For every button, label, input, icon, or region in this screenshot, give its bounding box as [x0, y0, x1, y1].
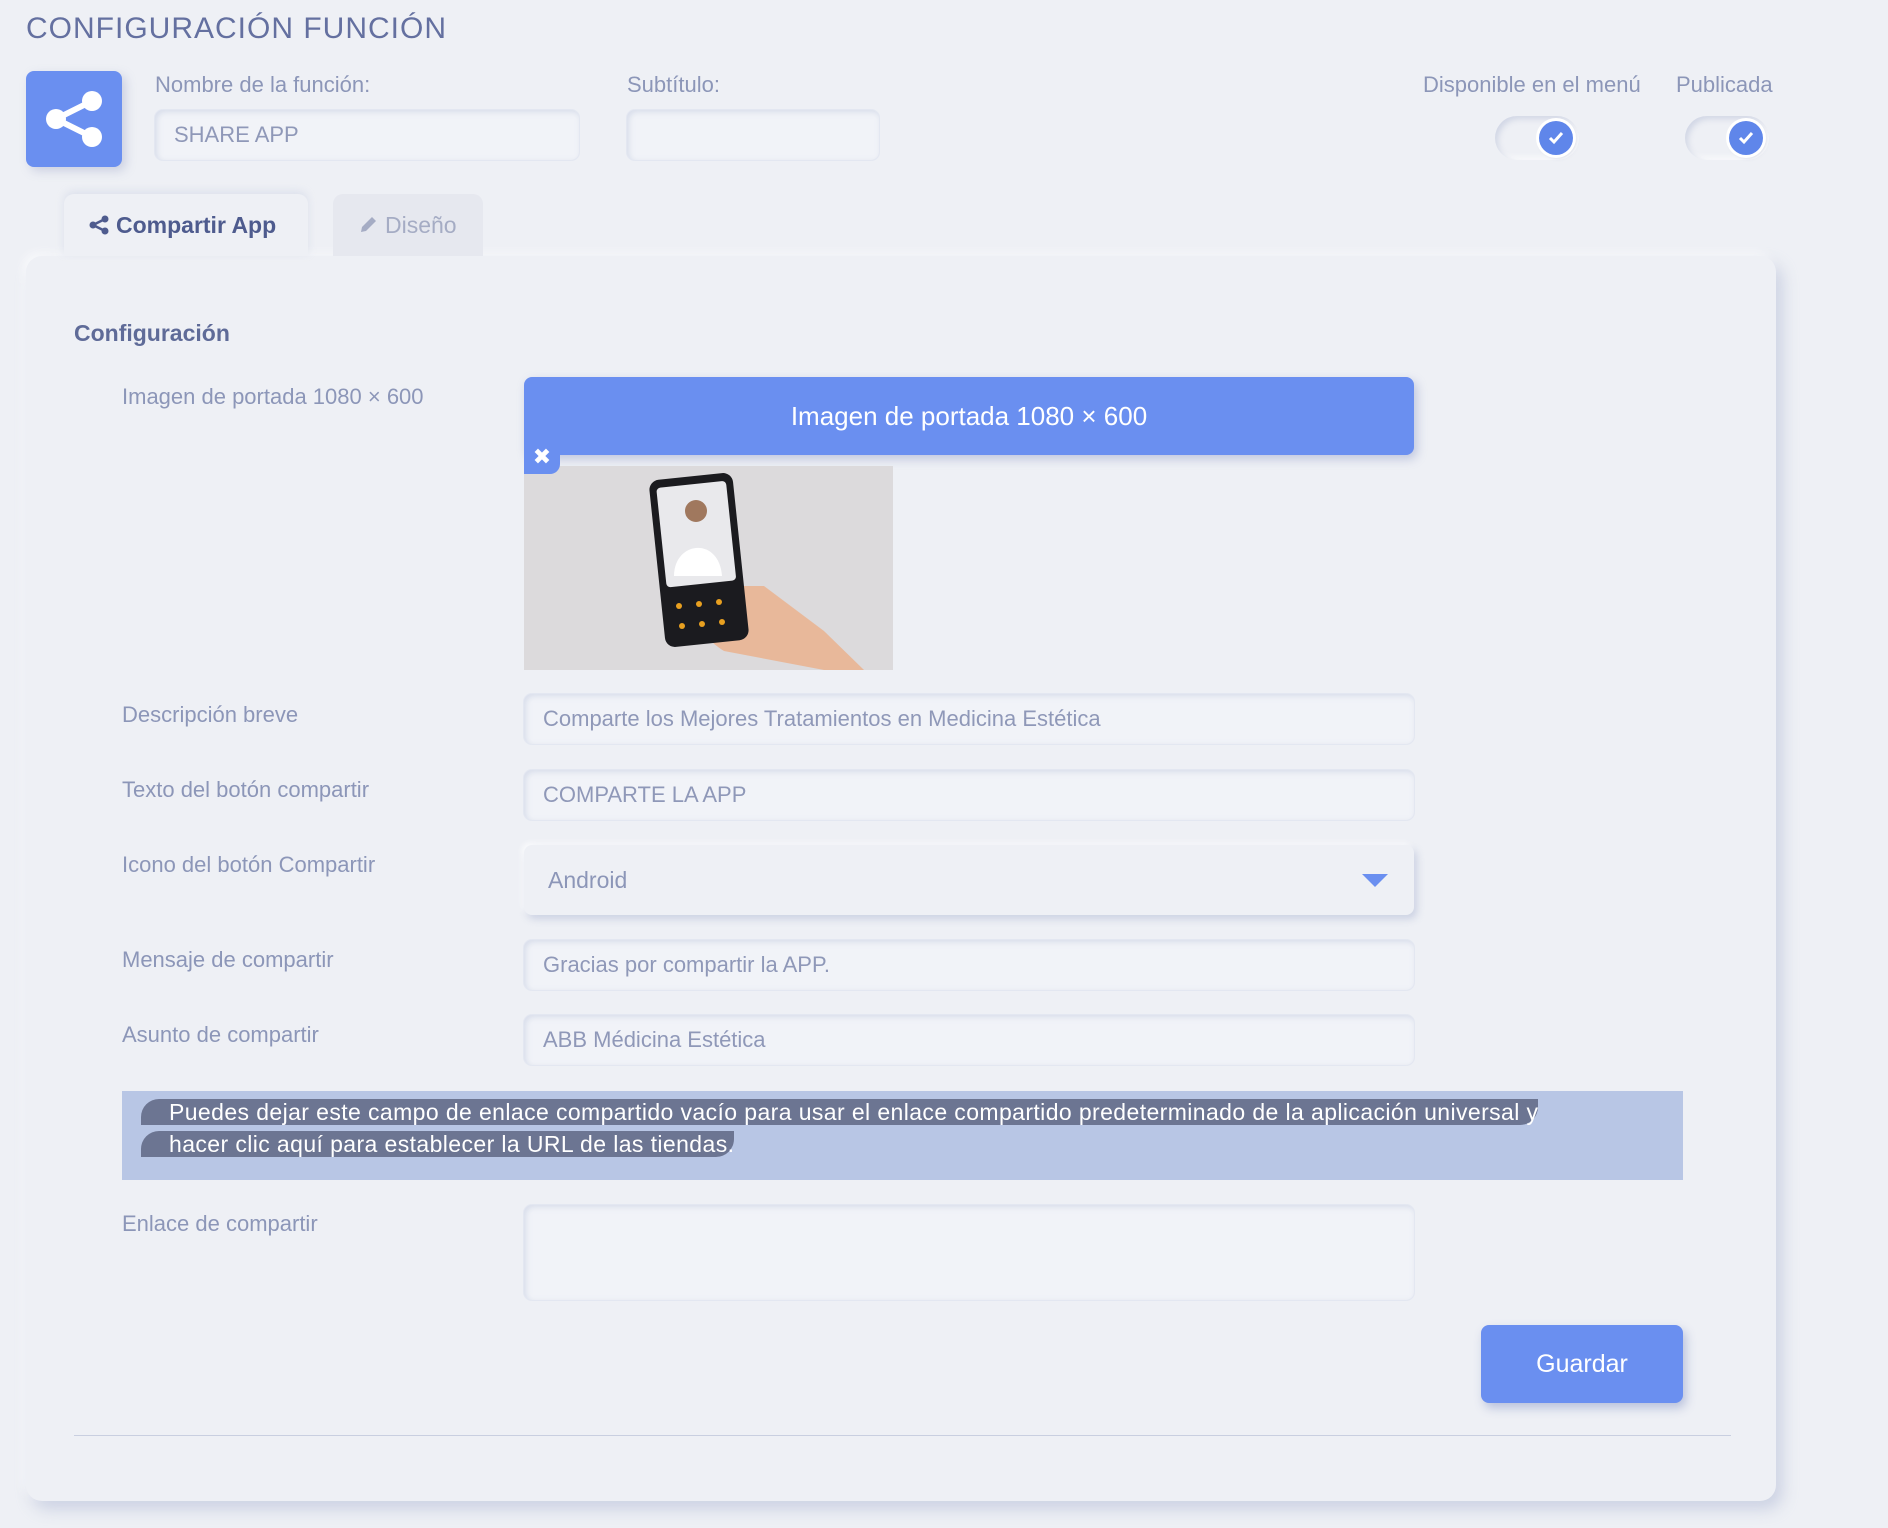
subtitle-input[interactable]	[627, 110, 879, 160]
check-icon	[1539, 121, 1573, 155]
remove-image-button[interactable]: ✖	[524, 440, 560, 474]
tab-label: Diseño	[385, 211, 457, 238]
share-message-label: Mensaje de compartir	[122, 947, 334, 972]
share-button-icon-select[interactable]: Android	[524, 845, 1414, 915]
section-title: Configuración	[74, 320, 230, 346]
function-name-input[interactable]: SHARE APP	[155, 110, 579, 160]
divider	[74, 1435, 1731, 1436]
share-button-text-input[interactable]: COMPARTE LA APP	[524, 770, 1414, 820]
tab-label: Compartir App	[116, 211, 277, 238]
check-icon	[1729, 121, 1763, 155]
share-button-icon-label: Icono del botón Compartir	[122, 852, 376, 877]
share-subject-input[interactable]: ABB Médicina Estética	[524, 1015, 1414, 1065]
menu-available-label: Disponible en el menú	[1423, 72, 1641, 97]
pencil-icon	[361, 217, 376, 232]
tab-diseno[interactable]: Diseño	[333, 194, 483, 256]
published-toggle[interactable]	[1685, 116, 1769, 160]
share-subject-label: Asunto de compartir	[122, 1022, 319, 1047]
share-link-input[interactable]	[524, 1205, 1414, 1300]
share-icon	[46, 91, 102, 147]
published-label: Publicada	[1676, 72, 1773, 97]
cover-image-preview	[524, 466, 893, 670]
chevron-down-icon	[1362, 874, 1388, 887]
subtitle-label: Subtítulo:	[627, 72, 720, 97]
share-link-label: Enlace de compartir	[122, 1211, 318, 1236]
page-title: CONFIGURACIÓN FUNCIÓN	[26, 12, 447, 45]
short-description-input[interactable]: Comparte los Mejores Tratamientos en Med…	[524, 694, 1414, 744]
share-button-text-label: Texto del botón compartir	[122, 777, 370, 802]
save-button[interactable]: Guardar	[1481, 1325, 1683, 1403]
short-description-label: Descripción breve	[122, 702, 299, 727]
info-note-text[interactable]: Puedes dejar este campo de enlace compar…	[141, 1096, 1601, 1160]
selected-value: Android	[548, 866, 628, 893]
menu-available-toggle[interactable]	[1495, 116, 1579, 160]
info-note-link[interactable]: Puedes dejar este campo de enlace compar…	[141, 1099, 1539, 1157]
cover-image-upload-button[interactable]: Imagen de portada 1080 × 600	[524, 377, 1414, 455]
share-app-icon	[26, 71, 122, 167]
cover-image-label: Imagen de portada 1080 × 600	[122, 384, 424, 409]
tab-compartir-app[interactable]: Compartir App	[64, 194, 308, 256]
share-message-input[interactable]: Gracias por compartir la APP.	[524, 940, 1414, 990]
share-icon	[89, 215, 109, 235]
function-name-label: Nombre de la función:	[155, 72, 371, 97]
